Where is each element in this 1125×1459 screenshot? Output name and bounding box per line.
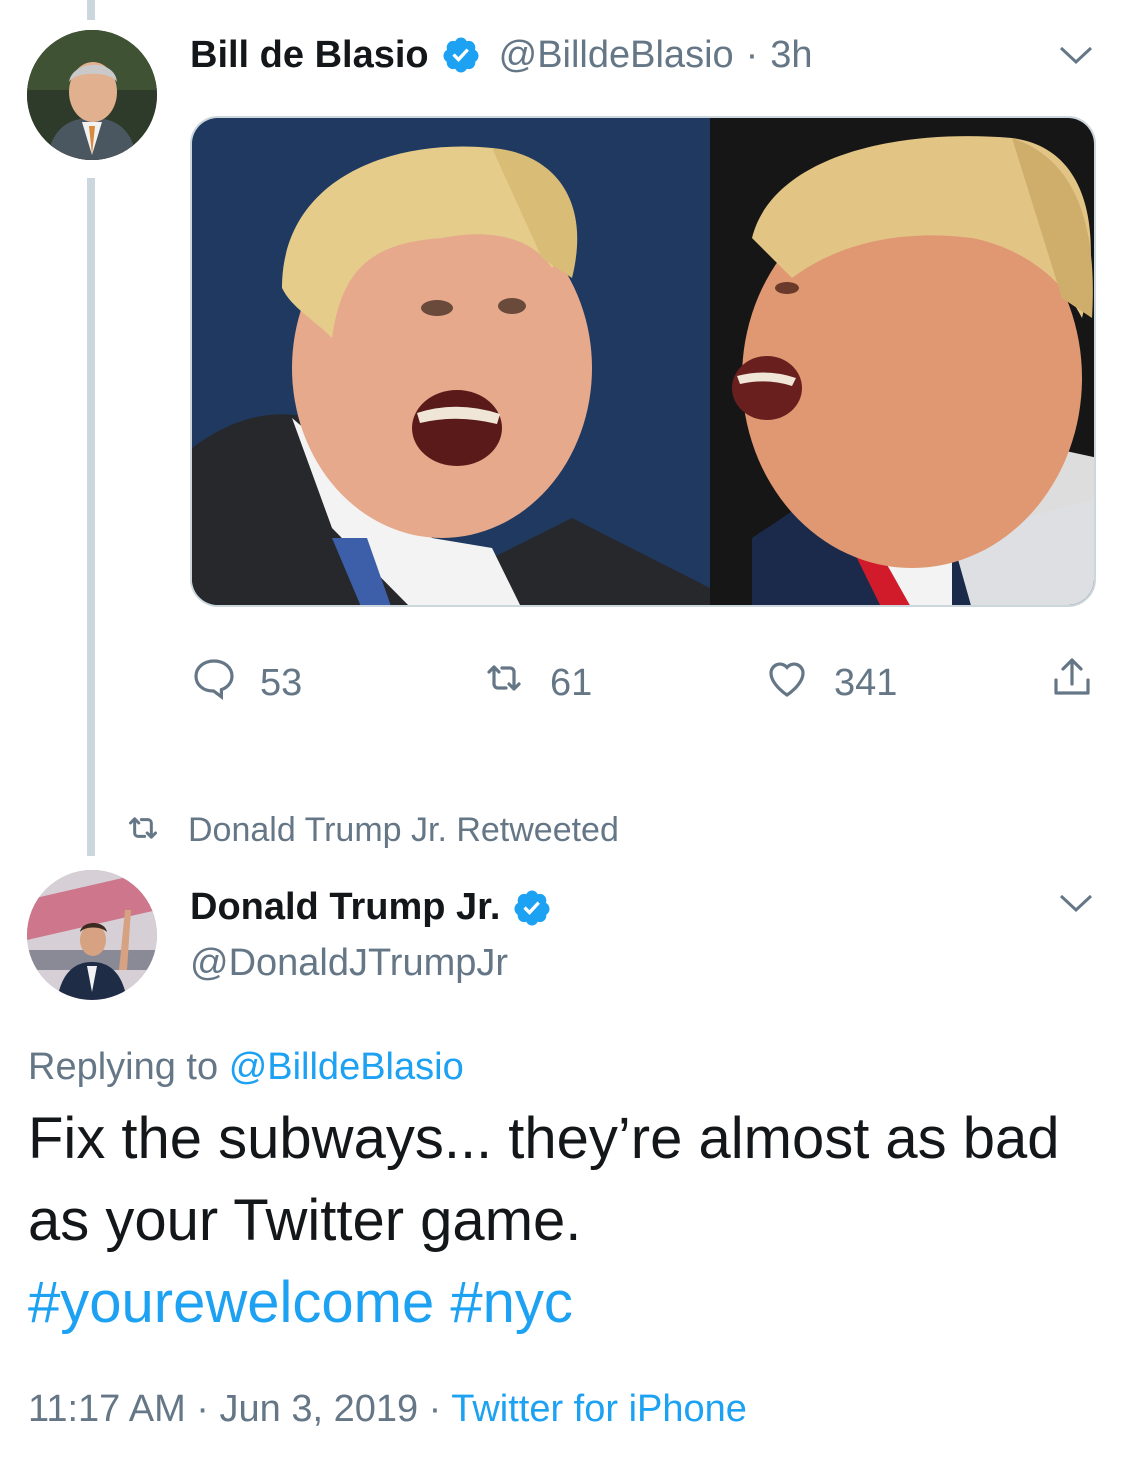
separator-dot: · — [745, 33, 759, 76]
replying-to: Replying to @BilldeBlasio — [28, 1046, 464, 1089]
reply-icon — [190, 654, 238, 712]
share-icon[interactable] — [1048, 654, 1096, 707]
retweet-banner: Donald Trump Jr. Retweeted — [120, 808, 619, 853]
source-link[interactable]: Twitter for iPhone — [451, 1388, 747, 1430]
hashtag-link[interactable]: #yourewelcome — [28, 1270, 434, 1335]
retweet-indicator-icon — [120, 808, 166, 853]
retweet-count: 61 — [550, 661, 593, 704]
avatar-photo-icon — [27, 870, 157, 1000]
chevron-down-icon[interactable] — [1058, 44, 1094, 66]
heart-icon — [762, 654, 812, 712]
retweet-banner-text[interactable]: Donald Trump Jr. Retweeted — [188, 811, 619, 850]
hashtags: #yourewelcome #nyc — [28, 1262, 573, 1344]
verified-badge-icon — [441, 35, 481, 75]
reply-author-handle[interactable]: @DonaldJTrumpJr — [190, 942, 508, 985]
timestamp[interactable]: 11:17 AM · Jun 3, 2019 · — [28, 1388, 451, 1430]
tweet-media[interactable] — [190, 116, 1096, 607]
retweet-action[interactable]: 61 — [480, 654, 592, 712]
avatar[interactable] — [27, 870, 157, 1000]
reply-author-name[interactable]: Donald Trump Jr. — [190, 886, 500, 929]
reply-count: 53 — [260, 661, 303, 704]
like-action[interactable]: 341 — [762, 654, 897, 712]
chevron-down-icon[interactable] — [1058, 892, 1094, 914]
tweet-time[interactable]: 3h — [770, 34, 812, 77]
avatar[interactable] — [27, 30, 157, 160]
hashtag-link[interactable]: #nyc — [450, 1270, 573, 1335]
thread-line-top — [87, 0, 95, 20]
replying-handle-link[interactable]: @BilldeBlasio — [229, 1046, 464, 1088]
author-handle[interactable]: @BilldeBlasio — [499, 34, 734, 77]
reply-action[interactable]: 53 — [190, 654, 302, 712]
thread-line — [87, 178, 95, 856]
verified-badge-icon — [512, 888, 552, 928]
replying-label: Replying to — [28, 1046, 219, 1088]
like-count: 341 — [834, 661, 898, 704]
photo-collage-icon — [192, 118, 1094, 605]
tweet-body: Fix the subways... they’re almost as bad… — [28, 1106, 1060, 1253]
tweet-text: Fix the subways... they’re almost as bad… — [28, 1098, 1098, 1262]
author-name[interactable]: Bill de Blasio — [190, 34, 429, 77]
tweet-header: Bill de Blasio @BilldeBlasio · 3h — [190, 30, 813, 80]
tweet-meta: 11:17 AM · Jun 3, 2019 · Twitter for iPh… — [28, 1388, 747, 1431]
retweet-icon — [480, 654, 528, 712]
avatar-photo-icon — [27, 30, 157, 160]
reply-author-row: Donald Trump Jr. — [190, 886, 552, 929]
